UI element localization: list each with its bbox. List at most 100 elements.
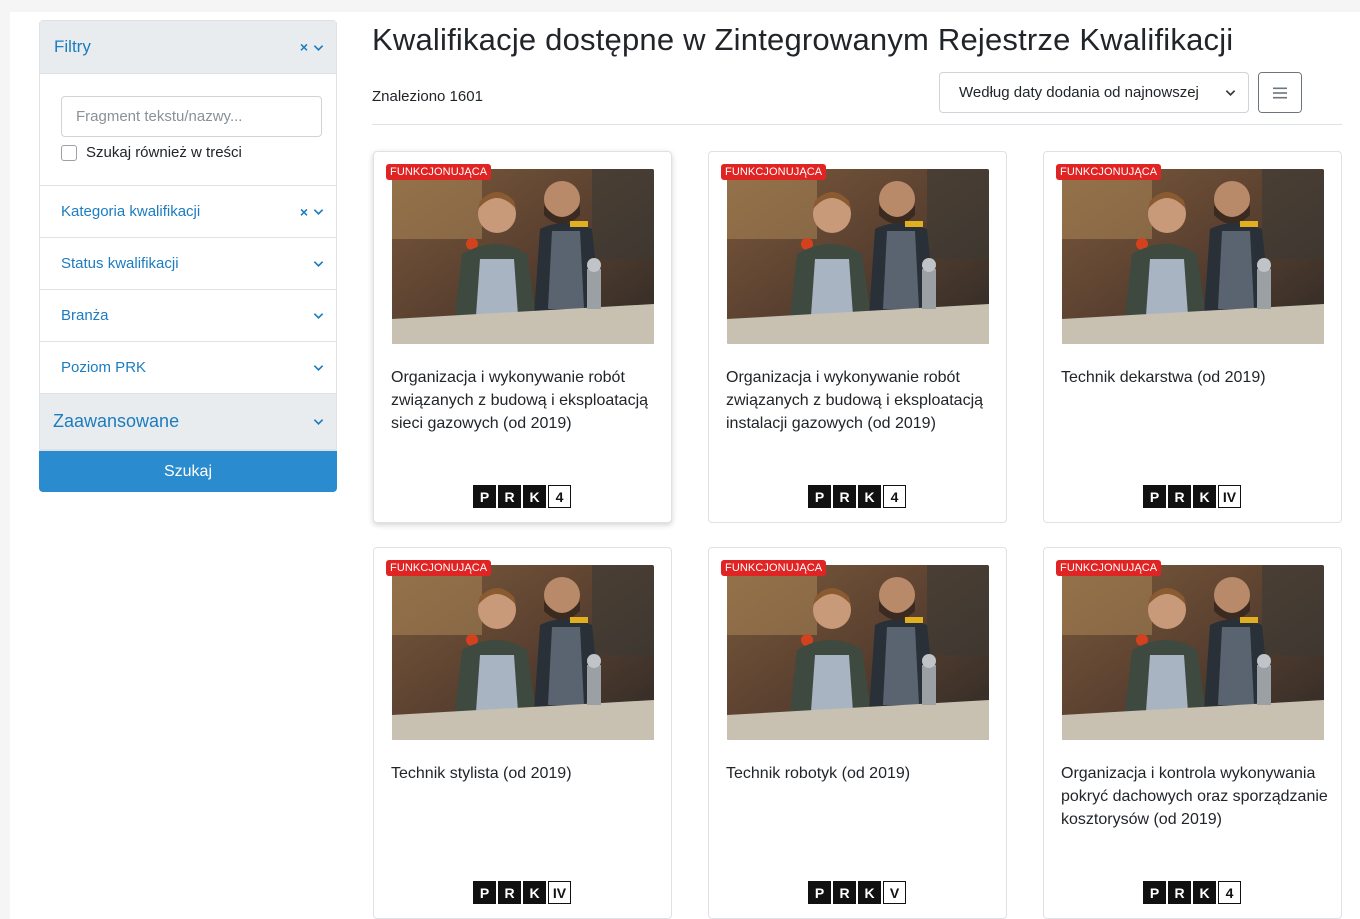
prk-letter: R: [1168, 485, 1191, 508]
status-badge: FUNKCJONUJĄCA: [386, 164, 492, 180]
qualification-card[interactable]: FUNKCJONUJĄCA: [708, 547, 1007, 919]
advanced-label: Zaawansowane: [53, 411, 180, 431]
filter-sidebar: Filtry × Szukaj również w treści Kategor…: [39, 20, 337, 492]
results-toolbar: Znaleziono 1601 Według daty dodania od n…: [372, 72, 1344, 128]
search-in-content-checkbox[interactable]: [61, 144, 77, 161]
clear-icon[interactable]: ×: [300, 205, 308, 219]
prk-letter: P: [473, 485, 496, 508]
prk-badge: PRK4: [1143, 881, 1241, 904]
status-badge: FUNKCJONUJĄCA: [721, 560, 827, 576]
filter-panel: Filtry × Szukaj również w treści Kategor…: [39, 20, 337, 451]
prk-level: 4: [883, 485, 906, 508]
qualification-card[interactable]: FUNKCJONUJĄCA: [373, 151, 672, 523]
prk-letter: K: [523, 881, 546, 904]
chevron-down-icon[interactable]: [313, 416, 324, 427]
card-image: [392, 169, 654, 344]
filter-status-controls: [313, 258, 324, 269]
card-image: [1062, 169, 1324, 344]
prk-letter: P: [808, 881, 831, 904]
filter-prk-level-label: Poziom PRK: [61, 359, 147, 376]
qualification-card[interactable]: FUNKCJONUJĄCA: [1043, 547, 1342, 919]
prk-badge: P R K IV: [1143, 485, 1241, 508]
divider: [372, 124, 1342, 125]
filter-category-controls: ×: [300, 205, 324, 219]
filter-category[interactable]: Kategoria kwalifikacji ×: [40, 186, 336, 238]
card-image: [727, 169, 989, 344]
filter-industry-label: Branża: [61, 307, 109, 324]
prk-letter: K: [1193, 881, 1216, 904]
card-image: [727, 565, 989, 740]
prk-letter: R: [498, 881, 521, 904]
prk-badge: PRKV: [808, 881, 906, 904]
search-button[interactable]: Szukaj: [39, 451, 337, 492]
status-badge: FUNKCJONUJĄCA: [721, 164, 827, 180]
search-in-content-label: Szukaj również w treści: [86, 144, 242, 161]
card-title[interactable]: Technik stylista (od 2019): [391, 762, 659, 785]
prk-level: IV: [1218, 485, 1241, 508]
chevron-down-icon[interactable]: [313, 258, 324, 269]
results-grid: FUNKCJONUJĄCA Organizacja i wykonywanie …: [373, 151, 1342, 919]
filter-header-title: Filtry: [54, 37, 91, 56]
page-title: Kwalifikacje dostępne w Zintegrowanym Re…: [372, 22, 1234, 57]
filter-prk-level[interactable]: Poziom PRK: [40, 342, 336, 394]
filter-industry[interactable]: Branża: [40, 290, 336, 342]
prk-level: 4: [548, 485, 571, 508]
prk-letter: R: [1168, 881, 1191, 904]
clear-icon[interactable]: ×: [300, 40, 308, 54]
chevron-down-icon[interactable]: [313, 362, 324, 373]
qualification-card[interactable]: FUNKCJONUJĄCA: [373, 547, 672, 919]
card-title[interactable]: Organizacja i wykonywanie robót związany…: [726, 366, 994, 435]
filter-prk-level-controls: [313, 362, 324, 373]
prk-letter: P: [808, 485, 831, 508]
prk-letter: K: [1193, 485, 1216, 508]
prk-badge: PRK4: [473, 485, 571, 508]
search-input[interactable]: [61, 96, 322, 137]
advanced-toggle[interactable]: Zaawansowane: [40, 394, 336, 450]
qualification-card[interactable]: FUNKCJONUJĄCA: [708, 151, 1007, 523]
status-badge: FUNKCJONUJĄCA: [1056, 560, 1162, 576]
sort-select[interactable]: Według daty dodania od najnowszej: [939, 72, 1249, 113]
sort-select-value: Według daty dodania od najnowszej: [959, 84, 1199, 101]
filter-category-label: Kategoria kwalifikacji: [61, 203, 201, 220]
status-badge: FUNKCJONUJĄCA: [1056, 164, 1162, 180]
filter-header[interactable]: Filtry ×: [40, 21, 336, 74]
prk-letter: K: [523, 485, 546, 508]
search-block: Szukaj również w treści: [40, 74, 336, 186]
filter-header-controls: ×: [300, 40, 324, 54]
view-toggle: [1258, 72, 1302, 113]
main-content: Kwalifikacje dostępne w Zintegrowanym Re…: [372, 12, 1344, 919]
card-image: [1062, 565, 1324, 740]
search-in-content-row[interactable]: Szukaj również w treści: [61, 144, 321, 161]
status-badge: FUNKCJONUJĄCA: [386, 560, 492, 576]
prk-letter: P: [1143, 881, 1166, 904]
prk-letter: P: [1143, 485, 1166, 508]
card-image: [392, 565, 654, 740]
prk-letter: P: [473, 881, 496, 904]
filter-status[interactable]: Status kwalifikacji: [40, 238, 336, 290]
filter-status-label: Status kwalifikacji: [61, 255, 179, 272]
prk-badge: PRK4: [808, 485, 906, 508]
card-title[interactable]: Technik robotyk (od 2019): [726, 762, 994, 785]
prk-letter: R: [833, 881, 856, 904]
card-title[interactable]: Organizacja i wykonywanie robót związany…: [391, 366, 659, 435]
prk-letter: K: [858, 485, 881, 508]
prk-letter: K: [858, 881, 881, 904]
filter-industry-controls: [313, 310, 324, 321]
card-title[interactable]: Technik dekarstwa (od 2019): [1061, 366, 1329, 389]
chevron-down-icon[interactable]: [313, 310, 324, 321]
chevron-down-icon[interactable]: [313, 206, 324, 217]
prk-level: IV: [548, 881, 571, 904]
prk-letter: R: [498, 485, 521, 508]
card-title[interactable]: Organizacja i kontrola wykonywania pokry…: [1061, 762, 1329, 831]
page: Filtry × Szukaj również w treści Kategor…: [10, 12, 1360, 919]
prk-letter: R: [833, 485, 856, 508]
prk-level: V: [883, 881, 906, 904]
list-icon: [1273, 87, 1287, 98]
chevron-down-icon: [1225, 87, 1236, 98]
advanced-controls: [313, 416, 324, 427]
chevron-down-icon[interactable]: [313, 42, 324, 53]
list-view-button[interactable]: [1259, 73, 1301, 112]
qualification-card[interactable]: FUNKCJONUJĄCA: [1043, 151, 1342, 523]
prk-level: 4: [1218, 881, 1241, 904]
results-count: Znaleziono 1601: [372, 88, 483, 105]
